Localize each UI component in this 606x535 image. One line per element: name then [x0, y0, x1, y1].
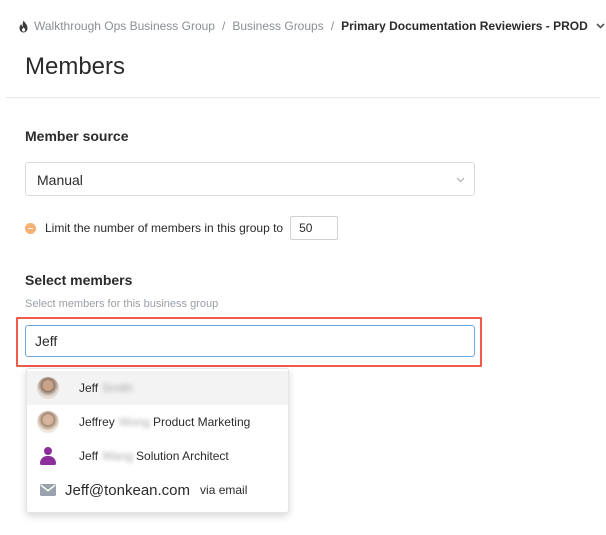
suggestion-last-name-redacted: Wong [118, 415, 150, 429]
breadcrumb: Walkthrough Ops Business Group / Busines… [18, 18, 605, 34]
member-source-select[interactable]: Manual [25, 162, 475, 196]
member-search-input[interactable] [25, 325, 475, 357]
mail-icon [40, 484, 56, 496]
suggestion-title: Product Marketing [152, 415, 251, 429]
breadcrumb-item-ops-group[interactable]: Walkthrough Ops Business Group [34, 19, 215, 33]
select-members-label: Select members [25, 272, 133, 288]
limit-members-input[interactable] [290, 216, 339, 240]
suggestion-last-name-redacted: Smith [102, 381, 133, 395]
breadcrumb-current[interactable]: Primary Documentation Reviewiers - PROD [341, 19, 588, 33]
suggestion-item[interactable]: Jeffrey Wong Product Marketing [27, 405, 288, 439]
email-suggestion-item[interactable]: Jeff@tonkean.com via email [27, 473, 288, 507]
suggestion-first-name: Jeff [79, 381, 99, 395]
suggestion-first-name: Jeff [79, 449, 99, 463]
suggestion-item[interactable]: Jeff Smith [27, 371, 288, 405]
chevron-down-icon [456, 177, 465, 183]
member-suggestions-dropdown: Jeff Smith Jeffrey Wong Product Marketin… [26, 368, 289, 513]
limit-members-row: Limit the number of members in this grou… [25, 215, 339, 241]
avatar [37, 411, 59, 433]
select-members-helper: Select members for this business group [25, 298, 219, 310]
flame-logo-icon [19, 20, 28, 32]
person-icon [37, 445, 59, 467]
email-address: Jeff@tonkean.com [65, 481, 191, 499]
chevron-down-icon[interactable] [596, 23, 605, 29]
member-source-value: Manual [37, 172, 83, 188]
member-source-label: Member source [25, 128, 129, 144]
minus-circle-icon[interactable] [25, 222, 36, 234]
email-via-label: via email [200, 483, 248, 497]
breadcrumb-separator: / [330, 19, 335, 33]
breadcrumb-item-business-groups[interactable]: Business Groups [232, 19, 323, 33]
suggestion-title: Solution Architect [136, 449, 229, 463]
page-title: Members [25, 53, 126, 80]
header-divider [6, 97, 600, 98]
limit-members-text: Limit the number of members in this grou… [45, 221, 284, 235]
avatar [37, 377, 59, 399]
suggestion-last-name-redacted: Wang [102, 449, 134, 463]
suggestion-first-name: Jeffrey [79, 415, 115, 429]
breadcrumb-separator: / [221, 19, 226, 33]
suggestion-item[interactable]: Jeff Wang Solution Architect [27, 439, 288, 473]
